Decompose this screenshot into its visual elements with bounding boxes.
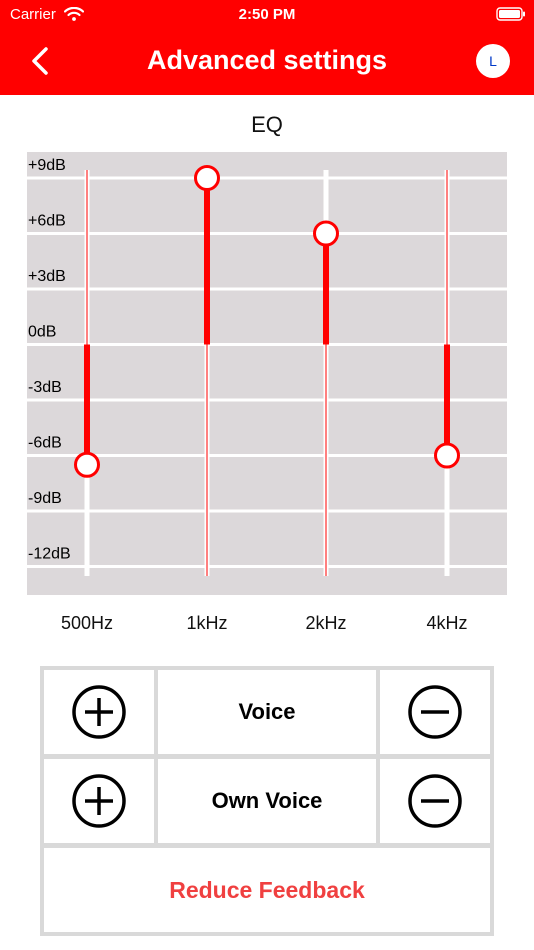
eq-slider-knob[interactable] (434, 442, 460, 469)
frequency-label: 4kHz (426, 613, 468, 633)
voice-minus-button[interactable] (380, 670, 490, 754)
eq-slider-knob[interactable] (74, 451, 100, 478)
frequency-label: 2kHz (305, 613, 347, 633)
own-voice-minus-button[interactable] (380, 759, 490, 843)
eq-db-label: +9dB (28, 157, 66, 174)
eq-slider-knob[interactable] (194, 165, 220, 191)
own-voice-label: Own Voice (158, 759, 376, 843)
minus-circle-icon (408, 774, 462, 828)
eq-db-label: +6dB (28, 213, 66, 230)
battery-icon (496, 7, 525, 21)
control-panel: Voice Own Voice Reduce Feedback (40, 666, 494, 936)
own-voice-plus-button[interactable] (44, 759, 154, 843)
minus-circle-icon (408, 685, 462, 739)
plus-circle-icon (72, 685, 126, 739)
eq-plot-area (27, 152, 507, 595)
eq-db-label: 0dB (28, 324, 56, 341)
eq-db-label: -12dB (28, 546, 71, 563)
status-bar: Carrier 2:50 PM (0, 0, 534, 30)
eq-db-label: -6dB (28, 435, 62, 452)
reduce-feedback-button[interactable]: Reduce Feedback (44, 848, 490, 932)
eq-title: EQ (251, 112, 283, 137)
voice-plus-button[interactable] (44, 670, 154, 754)
voice-label: Voice (158, 670, 376, 754)
side-badge[interactable]: L (476, 44, 510, 78)
page-title: Advanced settings (146, 45, 388, 75)
frequency-label: 1kHz (186, 613, 228, 633)
eq-db-label: -9dB (28, 490, 62, 507)
eq-db-label: -3dB (28, 379, 62, 396)
eq-db-label: +3dB (28, 268, 66, 285)
app-header: Carrier 2:50 PM Advanced settings L (0, 0, 534, 95)
plus-circle-icon (72, 774, 126, 828)
clock: 2:50 PM (238, 6, 296, 23)
eq-slider-knob[interactable] (313, 220, 339, 247)
frequency-label: 500Hz (60, 613, 114, 633)
eq-chart: +9dB +6dB +3dB 0dB -3dB -6dB -9dB -12dB (27, 152, 507, 595)
